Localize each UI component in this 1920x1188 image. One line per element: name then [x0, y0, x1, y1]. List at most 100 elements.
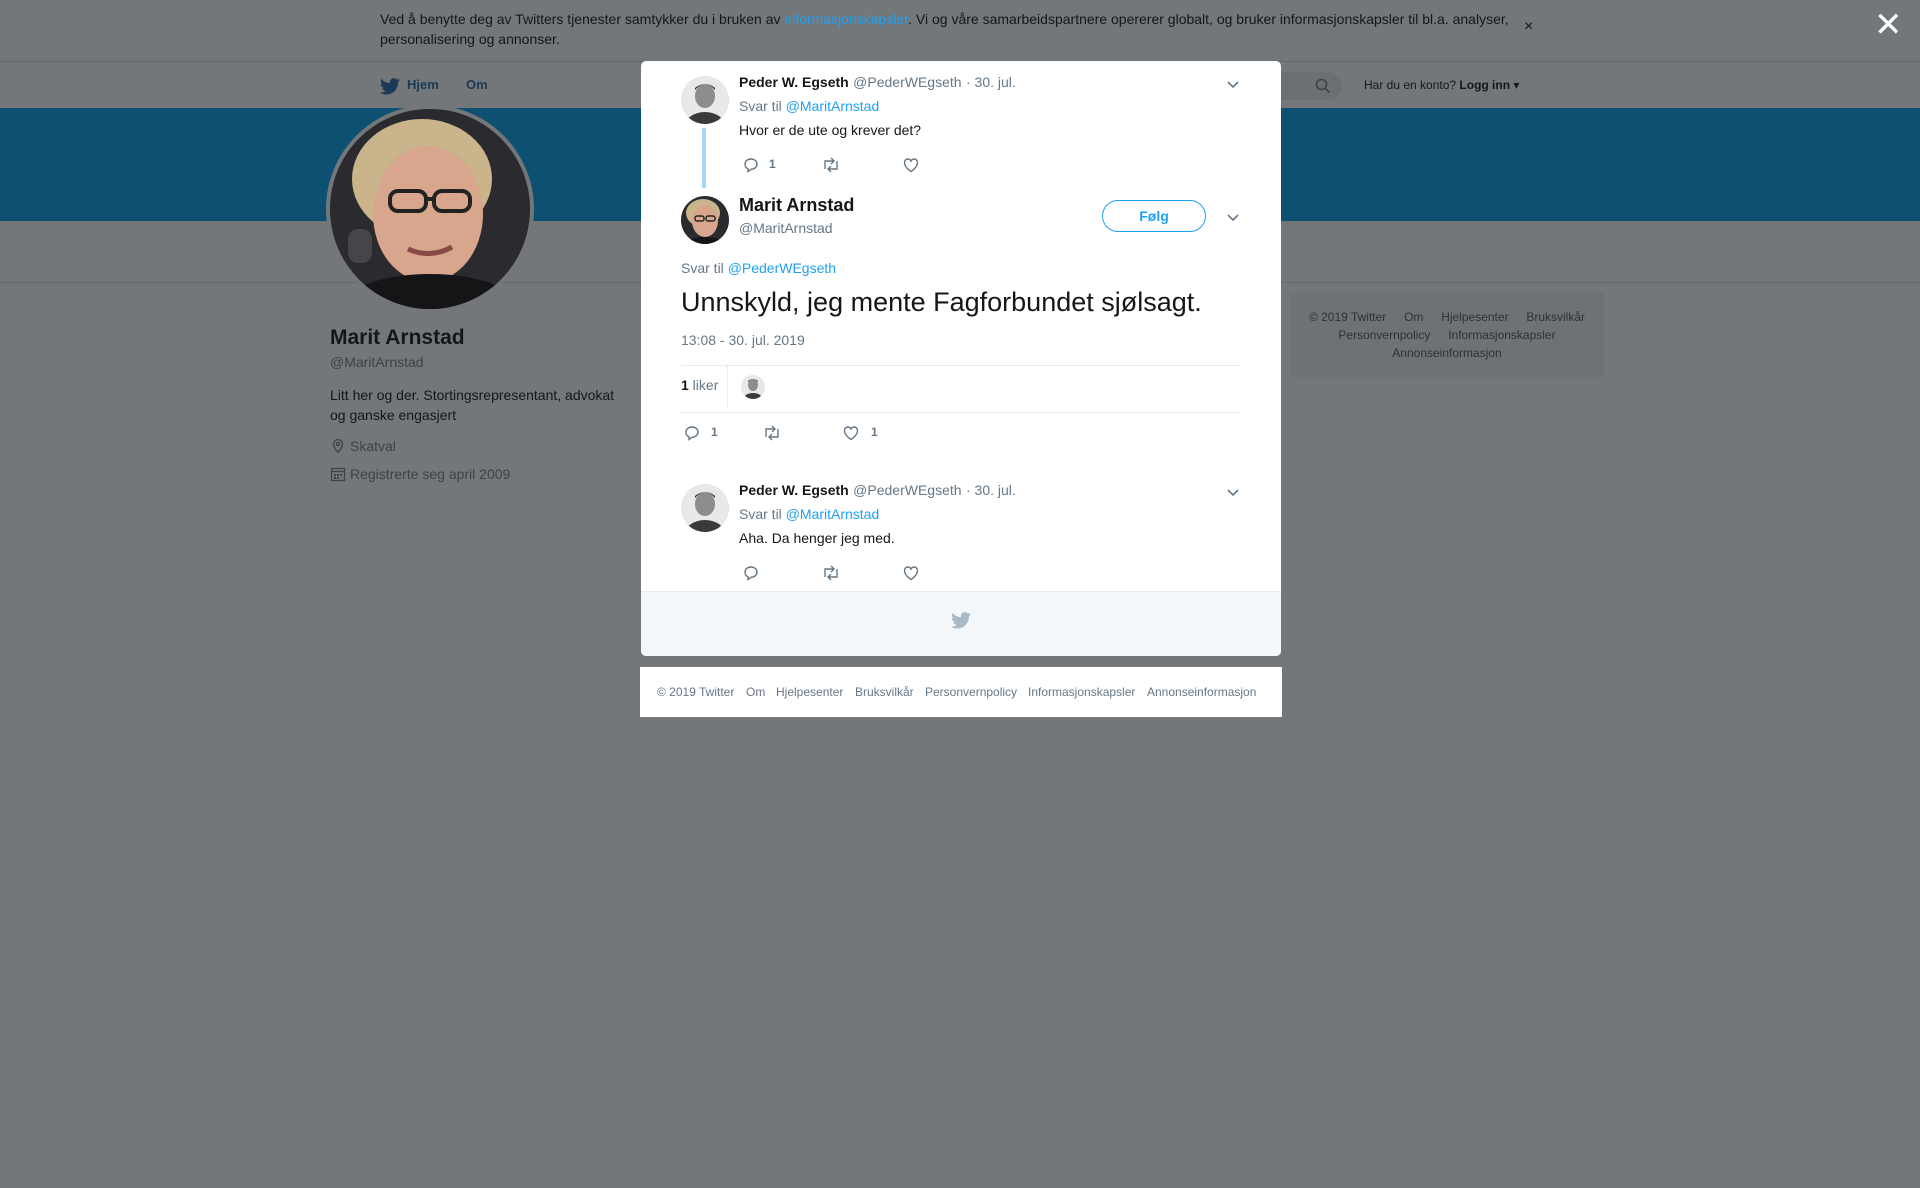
caret-down-icon[interactable] [1226, 487, 1240, 497]
thread-line [702, 128, 706, 188]
search-icon[interactable] [1315, 78, 1331, 94]
reply-context: Svar til @MaritArnstad [739, 98, 879, 114]
page-footer: © 2019 Twitter Om Hjelpesenter Bruksvilk… [640, 667, 1282, 717]
cookie-link[interactable]: informasjonskapsler [784, 11, 908, 27]
footer-link[interactable]: Informasjonskapsler [1448, 328, 1555, 342]
likes-count: 1 [681, 377, 689, 393]
like-icon[interactable] [902, 156, 920, 174]
tweet-author-handle[interactable]: @PederWEgseth [853, 74, 961, 90]
main-tweet-text: Unnskyld, jeg mente Fagforbundet sjølsag… [681, 287, 1202, 317]
retweet-icon[interactable] [821, 156, 841, 174]
footer-link[interactable]: Personvernpolicy [1338, 328, 1430, 342]
main-tweet-author-name[interactable]: Marit Arnstad [739, 195, 854, 216]
retweet-icon[interactable] [762, 424, 782, 442]
tweet-modal: Peder W. Egseth @PederWEgseth · 30. jul.… [641, 61, 1281, 656]
tweet-author-name[interactable]: Peder W. Egseth [739, 482, 849, 498]
footer-link[interactable]: Bruksvilkår [1526, 310, 1585, 324]
main-tweet-timestamp[interactable]: 13:08 - 30. jul. 2019 [681, 332, 805, 348]
footer-link[interactable]: © 2019 Twitter [1309, 310, 1386, 324]
twitter-bird-icon[interactable] [380, 78, 400, 95]
avatar-photo [681, 196, 729, 244]
reply-prefix: Svar til [739, 98, 786, 114]
avatar-photo [681, 484, 729, 532]
like-icon[interactable] [902, 564, 920, 582]
reply-mention[interactable]: @MaritArnstad [786, 98, 880, 114]
reply-count: 1 [769, 157, 776, 171]
divider [727, 365, 728, 408]
reply-icon[interactable] [683, 424, 701, 442]
nav-home[interactable]: Hjem [407, 77, 439, 92]
tweet-header: Peder W. Egseth @PederWEgseth · 30. jul. [739, 74, 1016, 92]
profile-photo [330, 109, 530, 309]
divider [681, 365, 1241, 366]
reply-icon[interactable] [742, 156, 760, 174]
calendar-icon [330, 467, 346, 482]
cookie-banner: Ved å benytte deg av Twitters tjenester … [0, 0, 1920, 61]
account-area: Har du en konto? Logg inn ▾ [1364, 78, 1519, 92]
footer-link[interactable]: Informasjonskapsler [1028, 685, 1135, 699]
tweet-date[interactable]: · 30. jul. [966, 482, 1016, 498]
account-prompt: Har du en konto? [1364, 78, 1457, 92]
caret-down-icon[interactable] [1226, 79, 1240, 89]
tweet-text: Aha. Da henger jeg med. [739, 530, 895, 546]
caret-down-icon[interactable] [1226, 212, 1240, 222]
liker-avatar[interactable] [741, 375, 765, 399]
cookie-text: Ved å benytte deg av Twitters tjenester … [380, 9, 1510, 49]
sidebar-footer-line: Personvernpolicy Informasjonskapsler [1290, 326, 1604, 344]
footer-link[interactable]: © 2019 Twitter [657, 685, 734, 699]
joined-label: Registrerte seg april 2009 [350, 466, 511, 482]
like-icon[interactable] [842, 424, 860, 442]
cookie-text-before: Ved å benytte deg av Twitters tjenester … [380, 11, 785, 27]
profile-location: Skatval [330, 438, 396, 454]
footer-link[interactable]: Om [1404, 310, 1423, 324]
footer-link[interactable]: Bruksvilkår [855, 685, 914, 699]
reply-icon[interactable] [742, 564, 760, 582]
reply-mention[interactable]: @MaritArnstad [786, 506, 880, 522]
reply-context: Svar til @PederWEgseth [681, 260, 836, 276]
login-link[interactable]: Logg inn [1459, 78, 1510, 92]
avatar-photo [681, 76, 729, 124]
location-label: Skatval [350, 438, 396, 454]
overlay-close-button[interactable]: ✕ [1874, 8, 1903, 42]
likes-stat[interactable]: 1 liker [681, 377, 718, 393]
like-count: 1 [871, 425, 878, 439]
retweet-icon[interactable] [821, 564, 841, 582]
footer-link[interactable]: Annonseinformasjon [1147, 685, 1256, 699]
sidebar-footer: © 2019 Twitter Om Hjelpesenter Bruksvilk… [1290, 293, 1604, 377]
tweet-header: Peder W. Egseth @PederWEgseth · 30. jul. [739, 482, 1016, 500]
profile-handle[interactable]: @MaritArnstad [330, 354, 424, 370]
twitter-bird-icon [951, 612, 971, 629]
profile-joined: Registrerte seg april 2009 [330, 466, 510, 482]
cookie-close-button[interactable]: × [1524, 18, 1533, 36]
footer-link[interactable]: Annonseinformasjon [1392, 346, 1501, 360]
footer-link[interactable]: Personvernpolicy [925, 685, 1017, 699]
sidebar-footer-line: © 2019 Twitter Om Hjelpesenter Bruksvilk… [1290, 308, 1604, 326]
tweet-author-handle[interactable]: @PederWEgseth [853, 482, 961, 498]
modal-footer [641, 591, 1281, 656]
footer-link[interactable]: Hjelpesenter [1441, 310, 1508, 324]
tweet-date[interactable]: · 30. jul. [966, 74, 1016, 90]
footer-link[interactable]: Om [746, 685, 765, 699]
main-tweet-avatar[interactable] [681, 196, 729, 244]
nav-about[interactable]: Om [466, 77, 488, 92]
avatar-photo [741, 375, 765, 399]
profile-avatar[interactable] [326, 105, 534, 313]
tweet-author-name[interactable]: Peder W. Egseth [739, 74, 849, 90]
reply-prefix: Svar til [681, 260, 728, 276]
likes-label: liker [688, 377, 719, 393]
profile-name[interactable]: Marit Arnstad [330, 326, 465, 350]
profile-bio: Litt her og der. Stortingsrepresentant, … [330, 387, 615, 423]
follow-button[interactable]: Følg [1102, 200, 1206, 232]
tweet-avatar[interactable] [681, 484, 729, 532]
footer-link[interactable]: Hjelpesenter [776, 685, 843, 699]
reply-prefix: Svar til [739, 506, 786, 522]
main-tweet-author-handle[interactable]: @MaritArnstad [739, 220, 833, 236]
reply-mention[interactable]: @PederWEgseth [728, 260, 836, 276]
divider [681, 412, 1241, 413]
caret-down-icon[interactable]: ▾ [1510, 78, 1519, 92]
location-icon [332, 438, 344, 454]
sidebar-footer-line: Annonseinformasjon [1290, 344, 1604, 362]
tweet-text: Hvor er de ute og krever det? [739, 122, 922, 138]
reply-count: 1 [711, 425, 718, 439]
tweet-avatar[interactable] [681, 76, 729, 124]
